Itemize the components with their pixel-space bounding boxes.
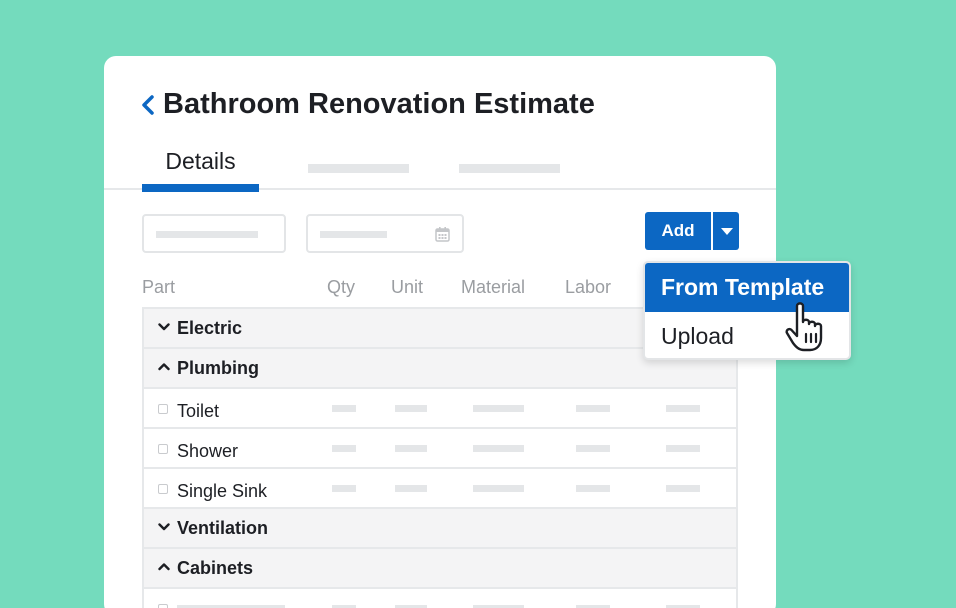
tab-details[interactable]: Details: [142, 142, 259, 192]
table-row[interactable]: [144, 589, 736, 608]
page-title: Bathroom Renovation Estimate: [163, 88, 595, 120]
tab-bar: Details: [104, 142, 776, 192]
group-row-cabinets[interactable]: Cabinets: [144, 549, 736, 589]
material-placeholder: [473, 405, 524, 412]
column-header-qty: Qty: [327, 277, 356, 297]
group-row-ventilation[interactable]: Ventilation: [144, 509, 736, 549]
input-placeholder: [320, 231, 387, 238]
tab-placeholder-3[interactable]: [459, 164, 560, 173]
material-placeholder: [473, 485, 524, 492]
qty-placeholder: [332, 405, 356, 412]
add-dropdown-toggle[interactable]: [711, 212, 739, 250]
total-placeholder: [666, 405, 700, 412]
input-placeholder: [156, 231, 258, 238]
hand-pointer-icon: [785, 302, 823, 352]
labor-placeholder: [576, 405, 610, 412]
row-checkbox[interactable]: [158, 444, 168, 454]
total-placeholder: [666, 485, 700, 492]
row-checkbox[interactable]: [158, 484, 168, 494]
column-header-labor: Labor: [565, 277, 612, 297]
search-input[interactable]: [142, 214, 286, 253]
labor-placeholder: [576, 445, 610, 452]
column-header-material: Material: [461, 277, 526, 297]
tab-placeholder-2[interactable]: [308, 164, 409, 173]
table-row[interactable]: Shower: [144, 429, 736, 469]
date-field[interactable]: [306, 214, 464, 253]
unit-placeholder: [395, 485, 427, 492]
qty-placeholder: [332, 445, 356, 452]
material-placeholder: [473, 445, 524, 452]
labor-placeholder: [576, 485, 610, 492]
chevron-down-icon: [158, 523, 170, 531]
chevron-down-icon: [158, 323, 170, 331]
group-label: Electric: [177, 318, 243, 338]
group-label: Cabinets: [177, 558, 254, 578]
chevron-up-icon: [158, 563, 170, 571]
calendar-icon[interactable]: [435, 226, 450, 242]
add-button[interactable]: Add: [645, 212, 711, 250]
row-checkbox[interactable]: [158, 604, 168, 608]
unit-placeholder: [395, 445, 427, 452]
table-row[interactable]: Toilet: [144, 389, 736, 429]
row-label: Shower: [177, 441, 239, 461]
group-label: Plumbing: [177, 358, 259, 378]
total-placeholder: [666, 445, 700, 452]
qty-placeholder: [332, 485, 356, 492]
unit-placeholder: [395, 405, 427, 412]
chevron-left-icon[interactable]: [140, 94, 156, 116]
row-label: Toilet: [177, 401, 220, 421]
table-row[interactable]: Single Sink: [144, 469, 736, 509]
group-label: Ventilation: [177, 518, 269, 538]
column-header-unit: Unit: [391, 277, 424, 297]
row-label: Single Sink: [177, 481, 268, 501]
column-header-part: Part: [142, 277, 176, 297]
row-checkbox[interactable]: [158, 404, 168, 414]
chevron-up-icon: [158, 363, 170, 371]
